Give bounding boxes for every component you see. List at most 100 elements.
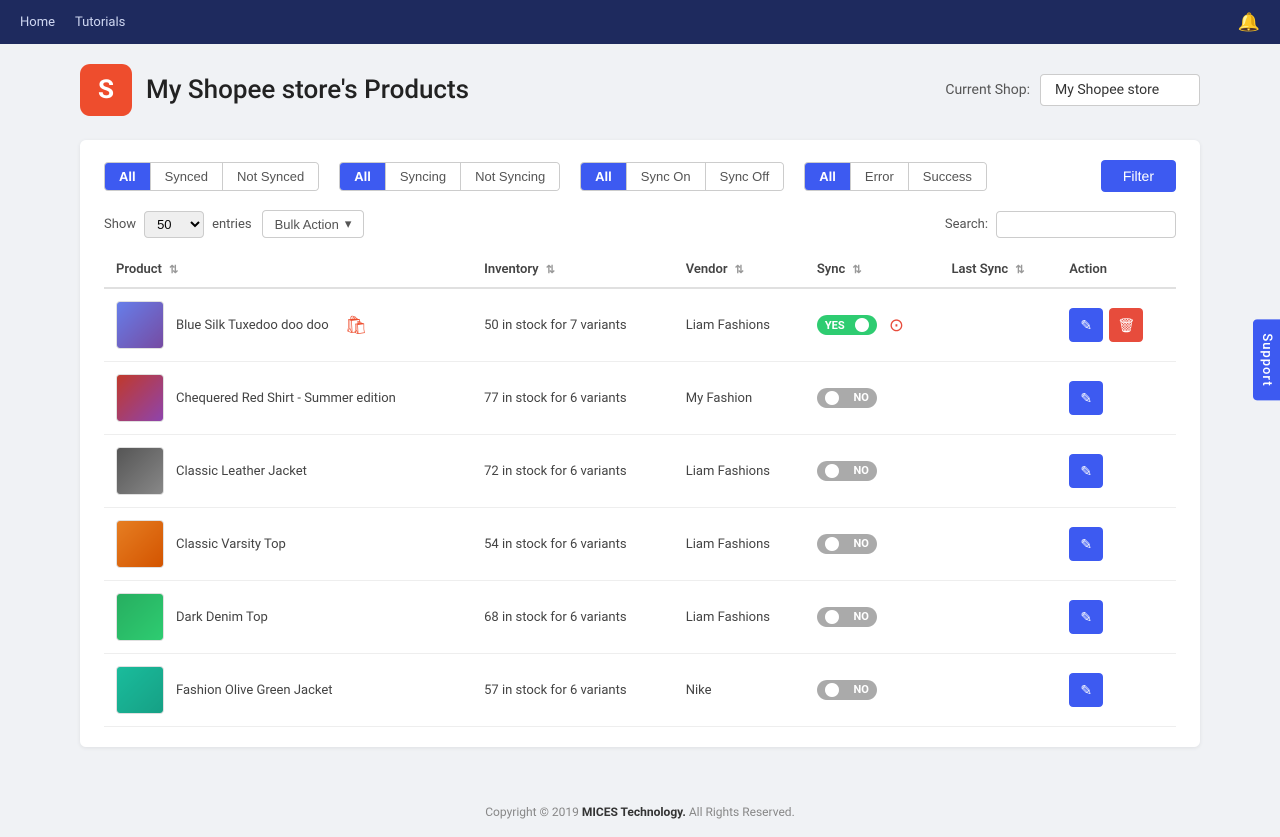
product-cell-inner: Dark Denim Top bbox=[116, 593, 460, 641]
inventory-cell: 68 in stock for 6 variants bbox=[472, 581, 674, 654]
bell-icon[interactable]: 🔔 bbox=[1238, 12, 1260, 33]
bulk-action-button[interactable]: Bulk Action ▾ bbox=[262, 210, 365, 238]
vendor-cell: My Fashion bbox=[674, 362, 805, 435]
show-select[interactable]: 50 25 100 bbox=[144, 211, 204, 238]
sync-toggle-off[interactable]: NO bbox=[817, 388, 877, 408]
bulk-action-label: Bulk Action bbox=[275, 217, 339, 232]
sync-cell: NO bbox=[805, 654, 940, 727]
product-cell-inner: Classic Leather Jacket bbox=[116, 447, 460, 495]
last-sync-sort-icon[interactable]: ⇅ bbox=[1015, 263, 1024, 276]
product-name: Fashion Olive Green Jacket bbox=[176, 683, 332, 698]
col-last-sync: Last Sync ⇅ bbox=[939, 252, 1057, 288]
filter-button[interactable]: Filter bbox=[1101, 160, 1176, 192]
vendor-cell: Liam Fashions bbox=[674, 288, 805, 362]
vendor-sort-icon[interactable]: ⇅ bbox=[735, 263, 744, 276]
syncing-all-btn[interactable]: All bbox=[340, 163, 386, 190]
table-controls: Show 50 25 100 entries Bulk Action ▾ Sea… bbox=[104, 210, 1176, 238]
error-icon: ⊙ bbox=[889, 315, 904, 336]
table-row: Classic Varsity Top 54 in stock for 6 va… bbox=[104, 508, 1176, 581]
shopee-badge-icon: 🛍 bbox=[345, 315, 368, 336]
nav-tutorials[interactable]: Tutorials bbox=[75, 15, 125, 30]
success-btn[interactable]: Success bbox=[909, 163, 986, 190]
inventory-cell: 54 in stock for 6 variants bbox=[472, 508, 674, 581]
sync-synced-btn[interactable]: Synced bbox=[151, 163, 223, 190]
edit-button[interactable]: ✎ bbox=[1069, 454, 1103, 488]
inventory-cell: 57 in stock for 6 variants bbox=[472, 654, 674, 727]
edit-button[interactable]: ✎ bbox=[1069, 527, 1103, 561]
filter-row: All Synced Not Synced All Syncing Not Sy… bbox=[104, 160, 1176, 192]
footer-copyright: Copyright © 2019 bbox=[485, 805, 579, 819]
product-name: Chequered Red Shirt - Summer edition bbox=[176, 391, 396, 406]
sync-toggle-off[interactable]: NO bbox=[817, 534, 877, 554]
last-sync-cell bbox=[939, 435, 1057, 508]
sync-toggle-off[interactable]: NO bbox=[817, 680, 877, 700]
show-group: Show 50 25 100 entries bbox=[104, 211, 252, 238]
toggle-label: NO bbox=[854, 464, 869, 477]
sync-toggle-off[interactable]: NO bbox=[817, 461, 877, 481]
product-thumbnail bbox=[116, 593, 164, 641]
sync-toggle-off[interactable]: NO bbox=[817, 607, 877, 627]
top-nav: Home Tutorials 🔔 bbox=[0, 0, 1280, 44]
shopee-logo: S bbox=[80, 64, 132, 116]
delete-button[interactable]: 🗑 bbox=[1109, 308, 1143, 342]
col-action: Action bbox=[1057, 252, 1176, 288]
toggle-all-btn[interactable]: All bbox=[581, 163, 627, 190]
product-cell: Classic Varsity Top bbox=[104, 508, 472, 581]
toggle-label: NO bbox=[854, 391, 869, 404]
shop-select-box[interactable]: My Shopee store bbox=[1040, 74, 1200, 106]
edit-button[interactable]: ✎ bbox=[1069, 308, 1103, 342]
product-cell-inner: Chequered Red Shirt - Summer edition bbox=[116, 374, 460, 422]
product-cell: Classic Leather Jacket bbox=[104, 435, 472, 508]
product-name: Dark Denim Top bbox=[176, 610, 268, 625]
syncing-btn[interactable]: Syncing bbox=[386, 163, 461, 190]
edit-button[interactable]: ✎ bbox=[1069, 381, 1103, 415]
toggle-label: YES bbox=[825, 319, 845, 332]
inventory-cell: 77 in stock for 6 variants bbox=[472, 362, 674, 435]
vendor-cell: Liam Fashions bbox=[674, 581, 805, 654]
product-name: Classic Leather Jacket bbox=[176, 464, 307, 479]
product-thumbnail bbox=[116, 520, 164, 568]
last-sync-cell bbox=[939, 508, 1057, 581]
sync-all-btn[interactable]: All bbox=[105, 163, 151, 190]
product-cell: Dark Denim Top bbox=[104, 581, 472, 654]
action-cell: ✎ bbox=[1057, 581, 1176, 654]
product-sort-icon[interactable]: ⇅ bbox=[169, 263, 178, 276]
sync-toggle-filter: All Sync On Sync Off bbox=[580, 162, 784, 191]
toggle-circle bbox=[825, 537, 839, 551]
action-buttons: ✎ bbox=[1069, 527, 1164, 561]
not-syncing-btn[interactable]: Not Syncing bbox=[461, 163, 559, 190]
product-thumbnail bbox=[116, 374, 164, 422]
sync-off-btn[interactable]: Sync Off bbox=[706, 163, 784, 190]
nav-links: Home Tutorials bbox=[20, 15, 125, 30]
edit-button[interactable]: ✎ bbox=[1069, 673, 1103, 707]
action-buttons: ✎ bbox=[1069, 673, 1164, 707]
table-row: Classic Leather Jacket 72 in stock for 6… bbox=[104, 435, 1176, 508]
error-all-btn[interactable]: All bbox=[805, 163, 851, 190]
action-buttons: ✎ bbox=[1069, 454, 1164, 488]
action-buttons: ✎ bbox=[1069, 600, 1164, 634]
product-thumbnail bbox=[116, 301, 164, 349]
action-cell: ✎ bbox=[1057, 508, 1176, 581]
toggle-circle bbox=[825, 391, 839, 405]
inventory-cell: 72 in stock for 6 variants bbox=[472, 435, 674, 508]
main-wrapper: S My Shopee store's Products Current Sho… bbox=[0, 44, 1280, 787]
inventory-sort-icon[interactable]: ⇅ bbox=[546, 263, 555, 276]
product-name: Blue Silk Tuxedoo doo doo bbox=[176, 318, 329, 333]
sync-toggle-on[interactable]: YES bbox=[817, 315, 877, 335]
error-status-filter: All Error Success bbox=[804, 162, 987, 191]
product-cell-inner: Fashion Olive Green Jacket bbox=[116, 666, 460, 714]
sync-not-synced-btn[interactable]: Not Synced bbox=[223, 163, 318, 190]
nav-home[interactable]: Home bbox=[20, 15, 55, 30]
inventory-cell: 50 in stock for 7 variants bbox=[472, 288, 674, 362]
table-header-row: Product ⇅ Inventory ⇅ Vendor ⇅ Sync ⇅ bbox=[104, 252, 1176, 288]
table-row: Dark Denim Top 68 in stock for 6 variant… bbox=[104, 581, 1176, 654]
support-tab[interactable]: Support bbox=[1253, 319, 1280, 400]
error-btn[interactable]: Error bbox=[851, 163, 909, 190]
sync-on-btn[interactable]: Sync On bbox=[627, 163, 706, 190]
search-label: Search: bbox=[945, 217, 988, 232]
col-inventory: Inventory ⇅ bbox=[472, 252, 674, 288]
sync-sort-icon[interactable]: ⇅ bbox=[853, 263, 862, 276]
toggle-label: NO bbox=[854, 683, 869, 696]
search-input[interactable] bbox=[996, 211, 1176, 238]
edit-button[interactable]: ✎ bbox=[1069, 600, 1103, 634]
